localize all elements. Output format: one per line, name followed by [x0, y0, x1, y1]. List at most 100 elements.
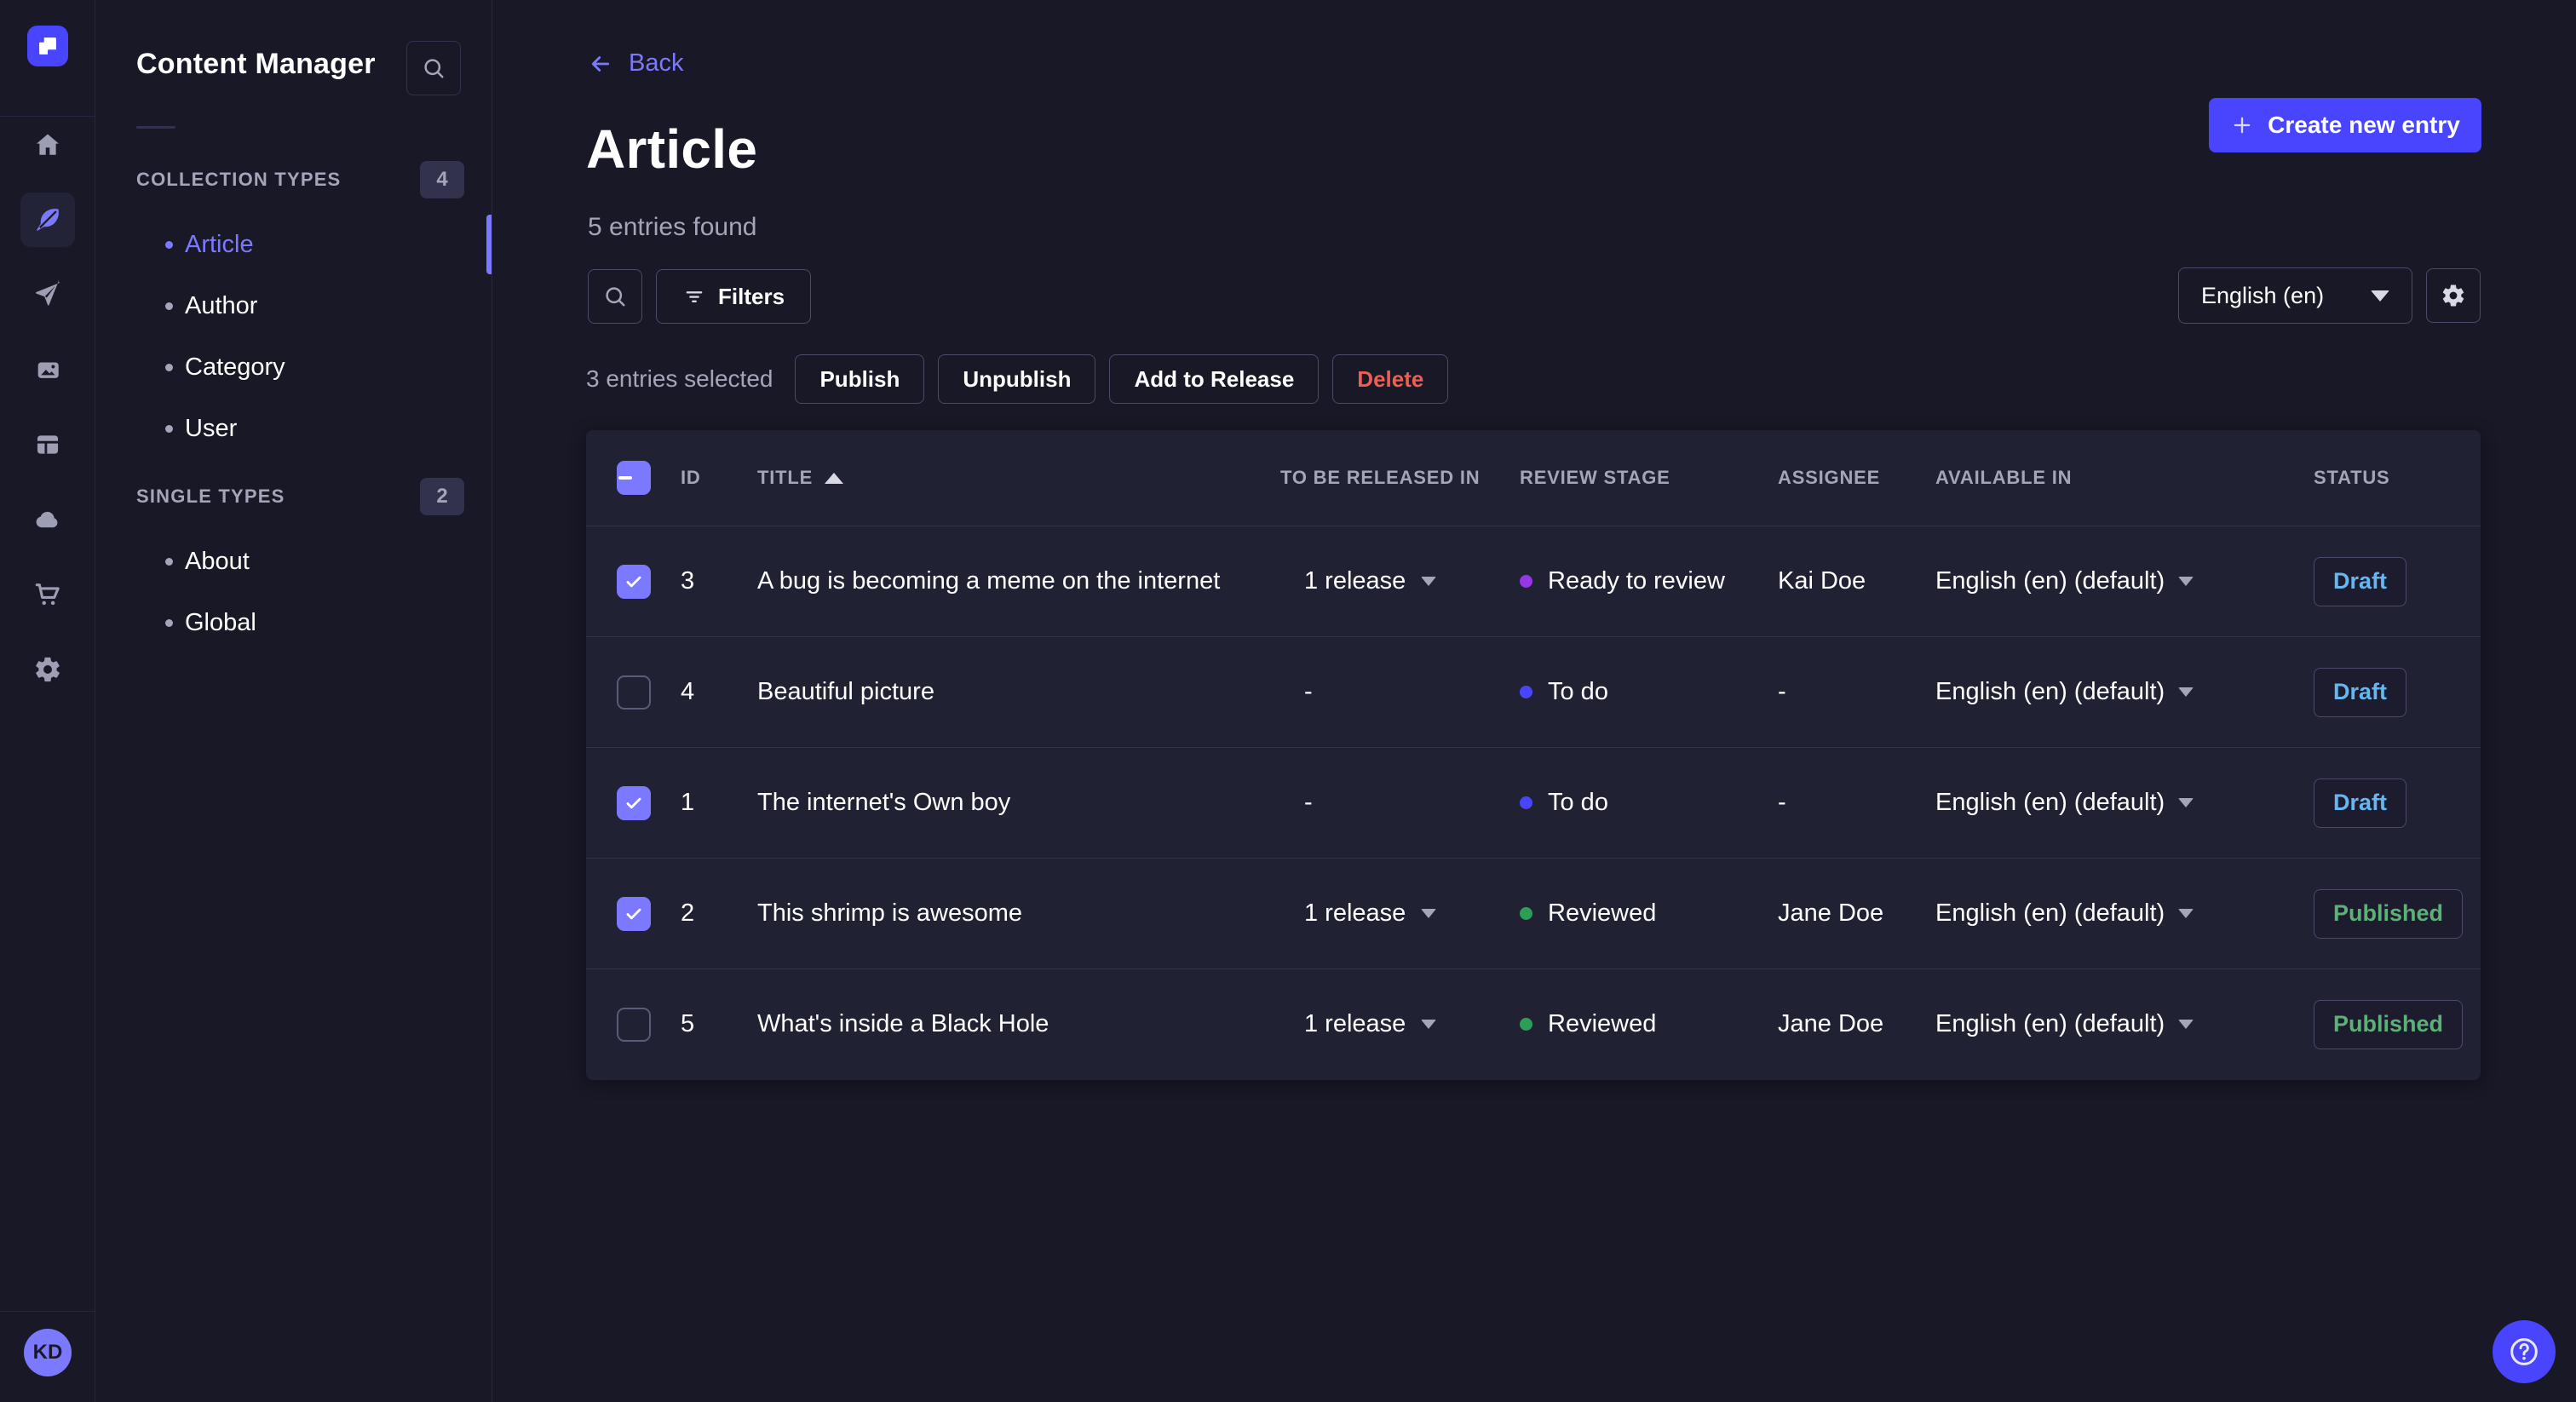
cell-id: 3 — [681, 567, 695, 595]
row-checkbox[interactable] — [617, 1007, 651, 1042]
gear-icon — [2441, 283, 2466, 308]
active-item-indicator — [486, 215, 492, 274]
search-icon — [602, 284, 628, 309]
locale-value: English (en) — [2201, 282, 2325, 308]
search-entries-button[interactable] — [588, 269, 642, 324]
chevron-down-icon — [2178, 1020, 2194, 1029]
sidebar-item-user[interactable]: User — [95, 398, 492, 459]
row-checkbox[interactable] — [617, 896, 651, 931]
cell-review-stage: To do — [1520, 789, 1778, 817]
delete-button[interactable]: Delete — [1332, 354, 1449, 404]
locale-select[interactable]: English (en) — [2178, 267, 2412, 324]
release-dropdown[interactable]: 1 release — [1280, 1010, 1520, 1038]
cloud-icon — [33, 505, 62, 534]
release-dropdown[interactable]: - — [1280, 678, 1520, 706]
single-types-count-badge: 2 — [420, 478, 464, 515]
cell-title: What's inside a Black Hole — [757, 1010, 1049, 1037]
rail-bottom-divider — [0, 1311, 95, 1312]
bullet-icon — [165, 302, 173, 310]
available-in-dropdown[interactable]: English (en) (default) — [1935, 899, 2314, 928]
gear-icon — [33, 655, 62, 684]
sidebar-search-button[interactable] — [406, 41, 461, 95]
table-row[interactable]: 5 What's inside a Black Hole 1 release R… — [586, 968, 2481, 1079]
entries-table: ID TITLE TO BE RELEASED IN REVIEW STAGE … — [586, 430, 2481, 1080]
filters-button[interactable]: Filters — [656, 269, 812, 324]
filter-icon — [682, 284, 706, 308]
page-title: Article — [586, 118, 758, 180]
arrow-left-icon — [588, 51, 613, 77]
table-row[interactable]: 4 Beautiful picture - To do - English (e… — [586, 636, 2481, 747]
user-avatar[interactable]: KD — [24, 1329, 72, 1376]
row-checkbox[interactable] — [617, 675, 651, 710]
single-types-list: About Global — [95, 531, 492, 653]
column-header-review-stage: REVIEW STAGE — [1520, 467, 1670, 488]
question-circle-icon — [2507, 1335, 2541, 1369]
stage-dot-icon — [1520, 1018, 1532, 1031]
sidebar-divider — [136, 126, 175, 129]
table-row[interactable]: 1 The internet's Own boy - To do - Engli… — [586, 747, 2481, 858]
cell-title: A bug is becoming a meme on the internet — [757, 567, 1221, 595]
bullet-icon — [165, 240, 173, 249]
publish-button[interactable]: Publish — [795, 354, 925, 404]
sidebar-title: Content Manager — [136, 48, 376, 80]
nav-releases[interactable] — [20, 267, 75, 322]
create-new-entry-button[interactable]: Create new entry — [2209, 98, 2481, 152]
row-checkbox[interactable] — [617, 564, 651, 599]
add-to-release-button[interactable]: Add to Release — [1109, 354, 1320, 404]
status-badge: Draft — [2314, 778, 2407, 828]
status-badge: Published — [2314, 999, 2464, 1049]
available-in-dropdown[interactable]: English (en) (default) — [1935, 789, 2314, 817]
sidebar-item-about[interactable]: About — [95, 531, 492, 592]
unpublish-button[interactable]: Unpublish — [938, 354, 1096, 404]
strapi-logo[interactable] — [27, 26, 68, 66]
app-root: KD Content Manager COLLECTION TYPES 4 Ar… — [0, 0, 2576, 1402]
chevron-down-icon — [2178, 798, 2194, 807]
cart-icon — [33, 580, 62, 609]
chevron-down-icon — [1421, 909, 1437, 918]
status-badge: Published — [2314, 888, 2464, 939]
cell-title: This shrimp is awesome — [757, 899, 1023, 927]
table-row[interactable]: 3 A bug is becoming a meme on the intern… — [586, 526, 2481, 636]
nav-settings[interactable] — [20, 642, 75, 697]
cell-title: Beautiful picture — [757, 678, 934, 705]
available-in-dropdown[interactable]: English (en) (default) — [1935, 1010, 2314, 1038]
view-settings-button[interactable] — [2426, 268, 2481, 323]
available-in-dropdown[interactable]: English (en) (default) — [1935, 567, 2314, 595]
cell-assignee: Kai Doe — [1778, 567, 1866, 595]
cell-title: The internet's Own boy — [757, 789, 1011, 816]
sidebar-item-author[interactable]: Author — [95, 275, 492, 336]
release-dropdown[interactable]: - — [1280, 789, 1520, 817]
stage-dot-icon — [1520, 796, 1532, 809]
sidebar-item-category[interactable]: Category — [95, 336, 492, 398]
column-header-assignee: ASSIGNEE — [1778, 467, 1881, 488]
sidebar-item-label: User — [185, 414, 238, 442]
select-all-checkbox[interactable] — [617, 461, 651, 495]
sidebar-item-article[interactable]: Article — [95, 214, 492, 275]
stage-dot-icon — [1520, 686, 1532, 698]
nav-content-type-builder[interactable] — [20, 417, 75, 472]
sort-asc-icon[interactable] — [825, 472, 844, 484]
release-dropdown[interactable]: 1 release — [1280, 567, 1520, 595]
bullet-icon — [165, 424, 173, 433]
release-dropdown[interactable]: 1 release — [1280, 899, 1520, 928]
search-icon — [421, 55, 446, 81]
nav-content-manager[interactable] — [20, 192, 75, 247]
plus-icon — [2230, 113, 2254, 137]
row-checkbox[interactable] — [617, 785, 651, 820]
back-link[interactable]: Back — [588, 49, 683, 78]
nav-home[interactable] — [20, 118, 75, 172]
available-in-dropdown[interactable]: English (en) (default) — [1935, 678, 2314, 706]
chevron-down-icon — [2178, 577, 2194, 586]
nav-media-library[interactable] — [20, 342, 75, 397]
table-row[interactable]: 2 This shrimp is awesome 1 release Revie… — [586, 858, 2481, 968]
stage-dot-icon — [1520, 575, 1532, 588]
strapi-logo-icon — [39, 37, 56, 55]
cell-review-stage: Reviewed — [1520, 899, 1778, 928]
chevron-down-icon — [2371, 290, 2389, 302]
nav-deploy[interactable] — [20, 492, 75, 547]
entries-count: 5 entries found — [588, 213, 757, 241]
sidebar-item-global[interactable]: Global — [95, 592, 492, 653]
cell-assignee: - — [1778, 789, 1786, 816]
help-button[interactable] — [2493, 1320, 2556, 1383]
nav-marketplace[interactable] — [20, 567, 75, 622]
